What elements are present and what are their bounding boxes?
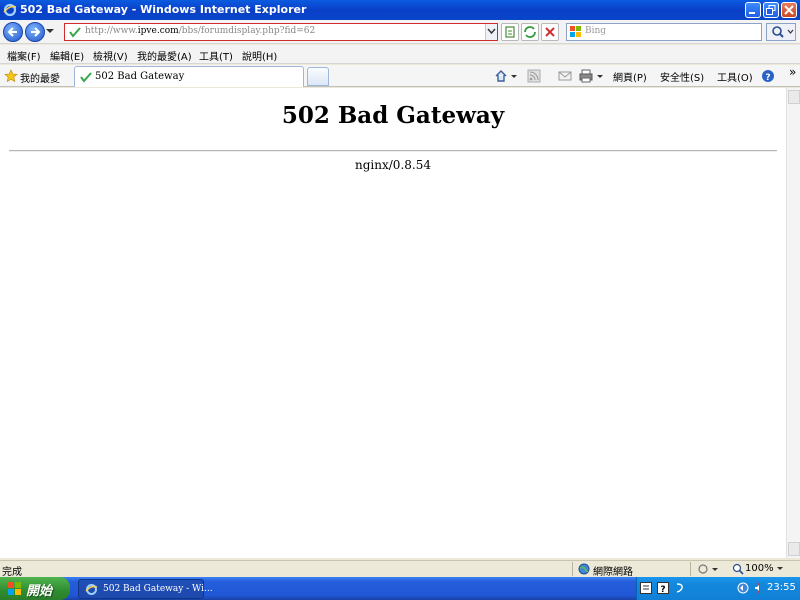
- bing-logo-icon: [570, 26, 581, 37]
- arrow-right-icon: [31, 27, 41, 37]
- windows-flag-icon: [8, 582, 21, 595]
- refresh-button[interactable]: [521, 23, 539, 41]
- safety-menu-button[interactable]: 安全性(S): [660, 69, 704, 84]
- refresh-icon: [524, 26, 536, 38]
- taskbar: 開始 502 Bad Gateway - Wi... ? 23:55: [0, 577, 800, 600]
- tab-label: 502 Bad Gateway: [95, 71, 185, 82]
- menu-bar: 檔案(F) 編輯(E) 檢視(V) 我的最愛(A) 工具(T) 說明(H): [0, 45, 800, 64]
- back-button[interactable]: [3, 22, 23, 42]
- globe-icon: [578, 563, 590, 575]
- window-title: 502 Bad Gateway - Windows Internet Explo…: [20, 3, 307, 16]
- address-row: http://www.ipve.com/bbs/forumdisplay.php…: [0, 20, 800, 44]
- tab-current[interactable]: 502 Bad Gateway: [74, 66, 304, 87]
- menu-help[interactable]: 說明(H): [242, 48, 277, 63]
- taskbar-item-label: 502 Bad Gateway - Wi...: [103, 584, 213, 594]
- page-menu-button[interactable]: 網頁(P): [613, 69, 647, 84]
- close-icon: [784, 5, 794, 15]
- menu-tools[interactable]: 工具(T): [199, 48, 233, 63]
- zoom-level-button[interactable]: 100%: [745, 563, 774, 574]
- protected-mode-icon[interactable]: [697, 563, 723, 575]
- clock: 23:55: [767, 582, 796, 593]
- restore-icon: [766, 5, 776, 15]
- print-dropdown-icon[interactable]: [596, 69, 604, 83]
- scroll-up-button[interactable]: [788, 90, 800, 104]
- stop-x-icon: [545, 27, 555, 37]
- ie-logo-icon: [3, 3, 17, 17]
- menu-edit[interactable]: 編輯(E): [50, 48, 84, 63]
- compatibility-view-button[interactable]: [501, 23, 519, 41]
- new-tab-button[interactable]: [307, 67, 329, 86]
- home-dropdown-icon[interactable]: [510, 69, 518, 83]
- favorites-star-icon[interactable]: [4, 69, 18, 83]
- stop-button[interactable]: [541, 23, 559, 41]
- search-box[interactable]: Bing: [566, 23, 762, 41]
- server-signature: nginx/0.8.54: [355, 158, 431, 172]
- arrow-left-icon: [7, 27, 17, 37]
- chevron-down-icon: [487, 28, 496, 35]
- page-heading: 502 Bad Gateway: [281, 102, 505, 129]
- start-label: 開始: [26, 584, 53, 599]
- svg-text:?: ?: [660, 585, 665, 594]
- menu-file[interactable]: 檔案(F): [7, 48, 41, 63]
- address-url[interactable]: http://www.ipve.com/bbs/forumdisplay.php…: [85, 26, 315, 36]
- page-content: 502 Bad Gateway nginx/0.8.54: [0, 88, 786, 558]
- feeds-icon[interactable]: [527, 69, 541, 83]
- scroll-down-button[interactable]: [788, 542, 800, 556]
- volume-icon[interactable]: [753, 582, 765, 594]
- history-dropdown-icon[interactable]: [46, 29, 54, 33]
- security-zone[interactable]: 網際網路: [578, 562, 688, 578]
- address-bar[interactable]: http://www.ipve.com/bbs/forumdisplay.php…: [64, 23, 498, 41]
- forward-button[interactable]: [25, 22, 45, 42]
- status-separator: [690, 562, 691, 576]
- print-icon[interactable]: [579, 69, 593, 83]
- title-bar[interactable]: 502 Bad Gateway - Windows Internet Explo…: [0, 0, 800, 20]
- help-icon[interactable]: ?: [761, 69, 775, 83]
- magnifier-icon: [772, 26, 794, 38]
- close-button[interactable]: [781, 2, 797, 18]
- horizontal-rule: [9, 150, 777, 152]
- tools-menu-button[interactable]: 工具(O): [717, 69, 753, 84]
- status-bar: 完成 網際網路 100%: [0, 560, 800, 578]
- menu-favorites[interactable]: 我的最愛(A): [137, 48, 192, 63]
- search-input[interactable]: Bing: [585, 26, 606, 36]
- mail-icon[interactable]: [558, 69, 572, 83]
- home-icon[interactable]: [494, 69, 508, 83]
- zoom-dropdown-icon[interactable]: [776, 565, 784, 573]
- restore-button[interactable]: [763, 2, 779, 18]
- minimize-icon: [749, 12, 755, 14]
- tab-page-icon: [80, 72, 92, 83]
- status-text: 完成: [2, 567, 22, 578]
- vertical-scrollbar[interactable]: [786, 88, 800, 558]
- help-tray-icon[interactable]: ?: [657, 582, 669, 594]
- status-separator: [572, 562, 573, 576]
- zone-label: 網際網路: [593, 567, 633, 578]
- taskbar-item-ie[interactable]: 502 Bad Gateway - Wi...: [78, 579, 213, 599]
- more-commands-button[interactable]: »: [789, 65, 796, 79]
- minimize-button[interactable]: [745, 2, 761, 18]
- svg-text:?: ?: [765, 73, 770, 83]
- favorites-button[interactable]: 我的最愛: [20, 70, 60, 85]
- keyboard-icon[interactable]: [640, 582, 652, 594]
- search-button[interactable]: [766, 23, 796, 41]
- system-tray: ? 23:55: [636, 577, 800, 600]
- favorites-bar: 我的最愛 502 Bad Gateway 網頁(P) 安全性(S) 工具(O) …: [0, 65, 800, 87]
- start-button[interactable]: 開始: [0, 577, 70, 600]
- ime-icon[interactable]: [674, 582, 686, 594]
- menu-view[interactable]: 檢視(V): [93, 48, 128, 63]
- zoom-magnifier-icon: [732, 563, 744, 575]
- network-icon[interactable]: [737, 582, 749, 594]
- compatibility-icon: [505, 26, 515, 38]
- page-shield-icon: [69, 27, 81, 38]
- ie-logo-icon: [85, 584, 98, 595]
- address-dropdown-button[interactable]: [485, 24, 497, 40]
